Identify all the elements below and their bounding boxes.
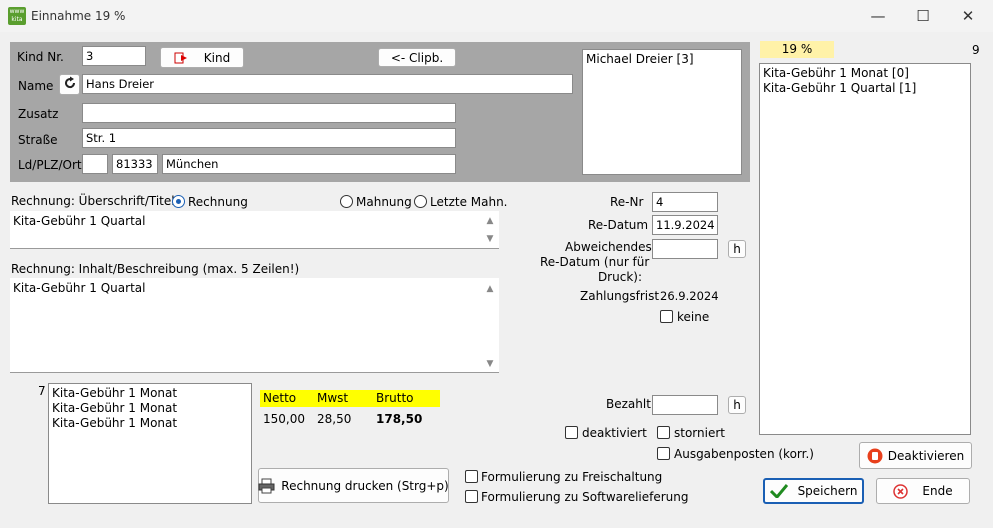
ausgabenposten-checkbox[interactable] (657, 447, 670, 460)
netto-value: 150,00 (263, 412, 305, 426)
title-textarea[interactable]: Kita-Gebühr 1 Quartal (10, 211, 499, 249)
speichern-label: Speichern (797, 484, 858, 498)
list-item[interactable]: Kita-Gebühr 1 Monat (52, 401, 248, 416)
minimize-button[interactable]: — (855, 0, 901, 32)
strasse-label: Straße (18, 133, 58, 147)
ende-label: Ende (922, 484, 953, 498)
plz-field[interactable]: 81333 (112, 154, 158, 174)
items-list[interactable]: Kita-Gebühr 1 Monat Kita-Gebühr 1 Monat … (48, 383, 252, 504)
scroll-down-icon[interactable]: ▼ (483, 357, 497, 371)
ausgabenposten-label: Ausgabenposten (korr.) (674, 447, 814, 461)
content-section-label: Rechnung: Inhalt/Beschreibung (max. 5 Ze… (11, 262, 300, 276)
printer-icon (258, 478, 275, 494)
abw-label-2: Re-Datum (nur für (540, 255, 650, 269)
land-field[interactable] (82, 154, 108, 174)
radio-letzte-label: Letzte Mahn. (430, 195, 508, 209)
print-invoice-button[interactable]: Rechnung drucken (Strg+p) (258, 468, 449, 503)
maximize-button[interactable]: ☐ (900, 0, 946, 32)
brutto-header: Brutto (376, 391, 414, 405)
scroll-up-icon[interactable]: ▲ (483, 214, 497, 228)
checkmark-icon (769, 484, 788, 498)
radio-rechnung[interactable] (172, 195, 185, 208)
list-item[interactable]: Kita-Gebühr 1 Monat [0] (763, 66, 967, 81)
zahlungsfrist-label: Zahlungsfrist (580, 289, 660, 303)
kind-nr-label: Kind Nr. (17, 50, 64, 64)
ort-field[interactable]: München (162, 154, 456, 174)
softwarelieferung-checkbox[interactable] (465, 490, 478, 503)
kind-button-label: Kind (203, 50, 231, 65)
refresh-icon (63, 76, 77, 93)
kind-nr-field[interactable]: 3 (82, 46, 146, 66)
softwarelieferung-label: Formulierung zu Softwarelieferung (481, 490, 689, 504)
clipboard-button[interactable]: <- Clipb. (378, 48, 456, 67)
storniert-checkbox[interactable] (657, 426, 670, 439)
name-field[interactable]: Hans Dreier (82, 74, 573, 94)
title-section-label: Rechnung: Überschrift/Titel (11, 194, 175, 208)
h-button[interactable]: h (728, 240, 746, 258)
keine-checkbox[interactable] (660, 310, 673, 323)
tax-item-count: 9 (972, 43, 980, 57)
title-bar (0, 0, 993, 32)
mwst-header: Mwst (317, 391, 349, 405)
child-list[interactable]: Michael Dreier [3] (582, 49, 742, 175)
title-text: Kita-Gebühr 1 Quartal (13, 214, 146, 228)
strasse-field[interactable]: Str. 1 (82, 128, 456, 148)
scroll-down-icon[interactable]: ▼ (483, 232, 497, 246)
deaktivieren-label: Deaktivieren (887, 448, 965, 463)
netto-header: Netto (263, 391, 297, 405)
zahlungsfrist-value: 26.9.2024 (660, 289, 719, 303)
zusatz-label: Zusatz (18, 107, 59, 121)
scroll-up-icon[interactable]: ▲ (483, 282, 497, 296)
list-item[interactable]: Kita-Gebühr 1 Monat (52, 416, 248, 431)
content-textarea[interactable]: Kita-Gebühr 1 Quartal (10, 278, 499, 373)
keine-label: keine (677, 310, 710, 324)
deactivate-icon (867, 448, 883, 464)
re-datum-label: Re-Datum (588, 218, 649, 232)
freischaltung-checkbox[interactable] (465, 470, 478, 483)
ende-button[interactable]: Ende (876, 478, 970, 504)
abw-label-3: Druck): (597, 270, 642, 284)
list-item[interactable]: Kita-Gebühr 1 Quartal [1] (763, 81, 967, 96)
list-item[interactable]: Michael Dreier [3] (586, 52, 738, 67)
radio-mahnung-label: Mahnung (356, 195, 412, 209)
kind-button[interactable]: Kind (160, 47, 244, 68)
brutto-value: 178,50 (376, 412, 423, 426)
speichern-button[interactable]: Speichern (763, 478, 864, 504)
name-label: Name (18, 79, 54, 93)
ort-label: Ld/PLZ/Ort (18, 158, 82, 172)
arrow-right-icon (174, 52, 190, 64)
mwst-value: 28,50 (317, 412, 352, 426)
print-button-label: Rechnung drucken (Strg+p) (281, 478, 449, 493)
radio-rechnung-label: Rechnung (188, 195, 248, 209)
re-nr-field[interactable]: 4 (652, 192, 718, 212)
deaktiviert-label: deaktiviert (582, 426, 647, 440)
items-count: 7 (38, 384, 46, 398)
re-nr-label: Re-Nr (610, 195, 644, 209)
radio-mahnung[interactable] (340, 195, 353, 208)
app-icon: www kita (8, 7, 26, 25)
cancel-icon (893, 483, 909, 499)
freischaltung-label: Formulierung zu Freischaltung (481, 470, 663, 484)
abw-label-1: Abweichendes (565, 240, 652, 254)
abw-datum-field[interactable] (652, 239, 718, 259)
tax-rate-label: 19 % (760, 41, 834, 58)
zusatz-field[interactable] (82, 103, 456, 123)
deaktivieren-button[interactable]: Deaktivieren (859, 442, 972, 469)
bezahlt-field[interactable] (652, 395, 718, 415)
tax-items-list[interactable]: Kita-Gebühr 1 Monat [0] Kita-Gebühr 1 Qu… (759, 63, 971, 435)
deaktiviert-checkbox[interactable] (565, 426, 578, 439)
window-title: Einnahme 19 % (31, 9, 126, 23)
storniert-label: storniert (674, 426, 725, 440)
h-button[interactable]: h (728, 396, 746, 414)
list-item[interactable]: Kita-Gebühr 1 Monat (52, 386, 248, 401)
radio-letzte-mahnung[interactable] (414, 195, 427, 208)
content-text: Kita-Gebühr 1 Quartal (13, 281, 146, 295)
refresh-button[interactable] (59, 74, 80, 95)
close-window-button[interactable]: ✕ (945, 0, 991, 32)
re-datum-field[interactable]: 11.9.2024 (652, 215, 718, 235)
bezahlt-label: Bezahlt (606, 397, 651, 411)
